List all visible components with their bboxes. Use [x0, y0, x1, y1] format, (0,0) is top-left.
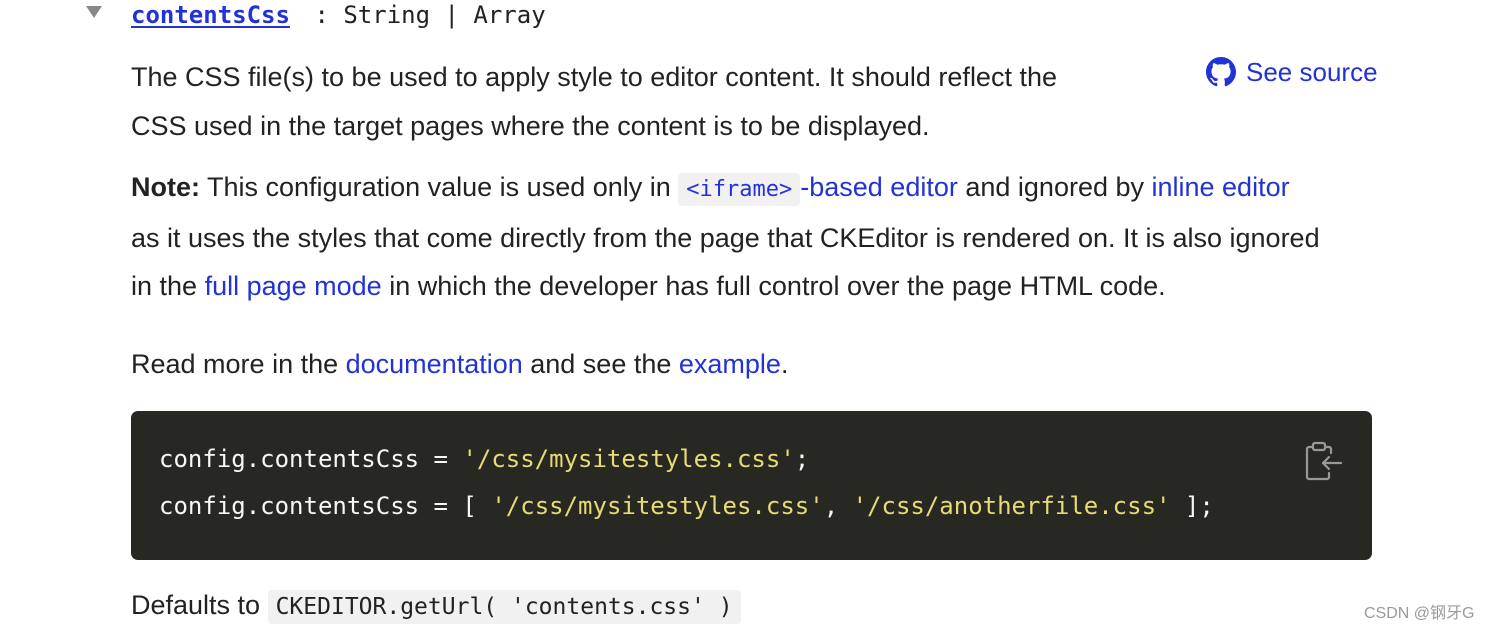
member-name-link[interactable]: contentsCss [131, 0, 290, 30]
code-2-prefix: config.contentsCss = [ [159, 492, 492, 520]
note-label: Note: [131, 172, 200, 202]
note-text-2: and ignored by [957, 172, 1152, 202]
collapse-toggle-icon[interactable] [86, 6, 102, 18]
member-type: : String | Array [300, 1, 546, 29]
read-more-text-2: and see the [522, 349, 679, 379]
code-2-string-2: '/css/anotherfile.css' [852, 492, 1171, 520]
example-link[interactable]: example [679, 349, 781, 379]
note-line-3: in the full page mode in which the devel… [131, 262, 1166, 311]
note-text-1: This configuration value is used only in [200, 172, 679, 202]
code-line-1: config.contentsCss = '/css/mysitestyles.… [159, 444, 809, 474]
see-source-label: See source [1246, 57, 1378, 87]
note-line-2: as it uses the styles that come directly… [131, 223, 1320, 253]
full-page-mode-link[interactable]: full page mode [205, 271, 382, 301]
iframe-editor-link[interactable]: -based editor [800, 172, 958, 202]
see-source-link[interactable]: See source [1206, 56, 1378, 88]
description-line-2: CSS used in the target pages where the c… [131, 111, 930, 141]
clipboard-copy-icon [1301, 441, 1345, 487]
code-1-string: '/css/mysitestyles.css' [462, 445, 795, 473]
note-line-3-start: in the [131, 271, 205, 301]
code-1-suffix: ; [794, 445, 810, 473]
iframe-code-link[interactable]: <iframe> [678, 173, 801, 206]
code-1-prefix: config.contentsCss = [159, 445, 463, 473]
code-2-string-1: '/css/mysitestyles.css' [491, 492, 824, 520]
defaults-label: Defaults to [131, 590, 268, 620]
read-more-text-3: . [780, 349, 789, 379]
description-line-1: The CSS file(s) to be used to apply styl… [131, 62, 1057, 92]
code-block: config.contentsCss = '/css/mysitestyles.… [131, 411, 1372, 560]
read-more-line: Read more in the documentation and see t… [131, 340, 788, 389]
defaults-line: Defaults to CKEDITOR.getUrl( 'contents.c… [131, 586, 741, 626]
watermark: CSDN @钢牙G [1364, 605, 1475, 622]
code-2-suffix: ]; [1170, 492, 1214, 520]
code-2-mid: , [823, 492, 853, 520]
code-line-2: config.contentsCss = [ '/css/mysitestyle… [159, 491, 1214, 521]
github-icon [1206, 57, 1236, 87]
defaults-value: CKEDITOR.getUrl( 'contents.css' ) [267, 590, 741, 624]
note-line-1: Note: This configuration value is used o… [131, 163, 1290, 214]
inline-editor-link[interactable]: inline editor [1152, 172, 1290, 202]
copy-code-button[interactable] [1301, 439, 1345, 483]
read-more-text-1: Read more in the [131, 349, 346, 379]
note-line-3-end: in which the developer has full control … [381, 271, 1166, 301]
documentation-link[interactable]: documentation [346, 349, 523, 379]
